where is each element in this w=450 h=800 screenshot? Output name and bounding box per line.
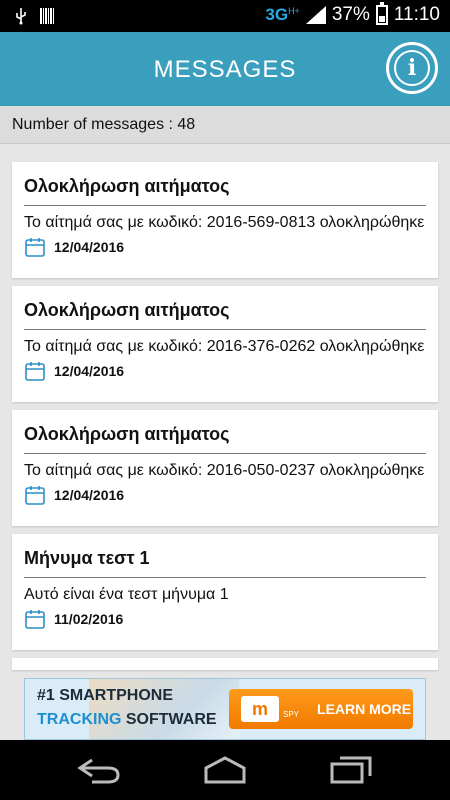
- message-preview: Αυτό είναι ένα τεστ μήνυμα 1: [24, 586, 229, 603]
- calendar-icon: [25, 610, 45, 629]
- message-preview: Το αίτημά σας με κωδικό: 2016-569-0813 ο…: [24, 214, 425, 231]
- status-bar: 3G H+ 37% 11:10: [0, 0, 450, 32]
- divider: [24, 453, 426, 454]
- message-date: 12/04/2016: [54, 363, 125, 379]
- back-icon[interactable]: [74, 754, 124, 786]
- usb-icon: [16, 8, 26, 25]
- message-preview: Το αίτημά σας με κωδικό: 2016-376-0262 ο…: [24, 338, 425, 355]
- info-button[interactable]: i: [386, 42, 438, 94]
- home-icon[interactable]: [200, 754, 250, 786]
- network-type: 3G: [265, 5, 289, 24]
- ad-subheadline: TRACKING SOFTWARE: [37, 711, 217, 728]
- clock: 11:10: [393, 4, 440, 25]
- message-subject: Ολοκλήρωση αιτήματος: [24, 176, 230, 196]
- divider: [24, 205, 426, 206]
- battery-icon: [375, 2, 388, 25]
- message-count: Number of messages : 48: [12, 116, 196, 133]
- info-icon: i: [394, 50, 430, 86]
- calendar-icon: [25, 362, 45, 381]
- signal-icon: [305, 6, 326, 24]
- message-card[interactable]: Ολοκλήρωση αιτήματος Το αίτημά σας με κω…: [12, 286, 438, 402]
- divider: [24, 329, 426, 330]
- message-card-partial[interactable]: [12, 658, 438, 670]
- message-card[interactable]: Μήνυμα τεστ 1 Αυτό είναι ένα τεστ μήνυμα…: [12, 534, 438, 650]
- calendar-icon: [25, 238, 45, 257]
- ad-banner[interactable]: #1 SMARTPHONE TRACKING SOFTWARE m SPY LE…: [24, 678, 426, 740]
- ad-headline: #1 SMARTPHONE: [37, 687, 174, 704]
- learn-more-label: LEARN MORE: [317, 701, 412, 717]
- message-date: 11/02/2016: [54, 611, 124, 627]
- message-count-bar: Number of messages : 48: [0, 106, 450, 144]
- page-title: MESSAGES: [153, 56, 297, 83]
- message-card[interactable]: Ολοκλήρωση αιτήματος Το αίτημά σας με κω…: [12, 162, 438, 278]
- learn-more-button[interactable]: m SPY LEARN MORE: [229, 689, 413, 729]
- message-list[interactable]: Ολοκλήρωση αιτήματος Το αίτημά σας με κω…: [12, 162, 438, 670]
- ad-logo-sub: SPY: [283, 709, 300, 719]
- app-header: MESSAGES i: [0, 32, 450, 106]
- recent-apps-icon[interactable]: [326, 754, 376, 786]
- message-card[interactable]: Ολοκλήρωση αιτήματος Το αίτημά σας με κω…: [12, 410, 438, 526]
- message-date: 12/04/2016: [54, 239, 125, 255]
- calendar-icon: [25, 486, 45, 505]
- divider: [24, 577, 426, 578]
- message-preview: Το αίτημά σας με κωδικό: 2016-050-0237 ο…: [24, 462, 425, 479]
- system-nav-bar: [0, 740, 450, 800]
- message-subject: Μήνυμα τεστ 1: [24, 548, 150, 568]
- barcode-icon: [40, 8, 54, 24]
- battery-percent: 37%: [331, 4, 370, 25]
- network-badge: H+: [288, 6, 300, 16]
- message-subject: Ολοκλήρωση αιτήματος: [24, 424, 230, 444]
- mspy-logo-icon: m: [241, 696, 279, 722]
- message-date: 12/04/2016: [54, 487, 125, 503]
- message-subject: Ολοκλήρωση αιτήματος: [24, 300, 230, 320]
